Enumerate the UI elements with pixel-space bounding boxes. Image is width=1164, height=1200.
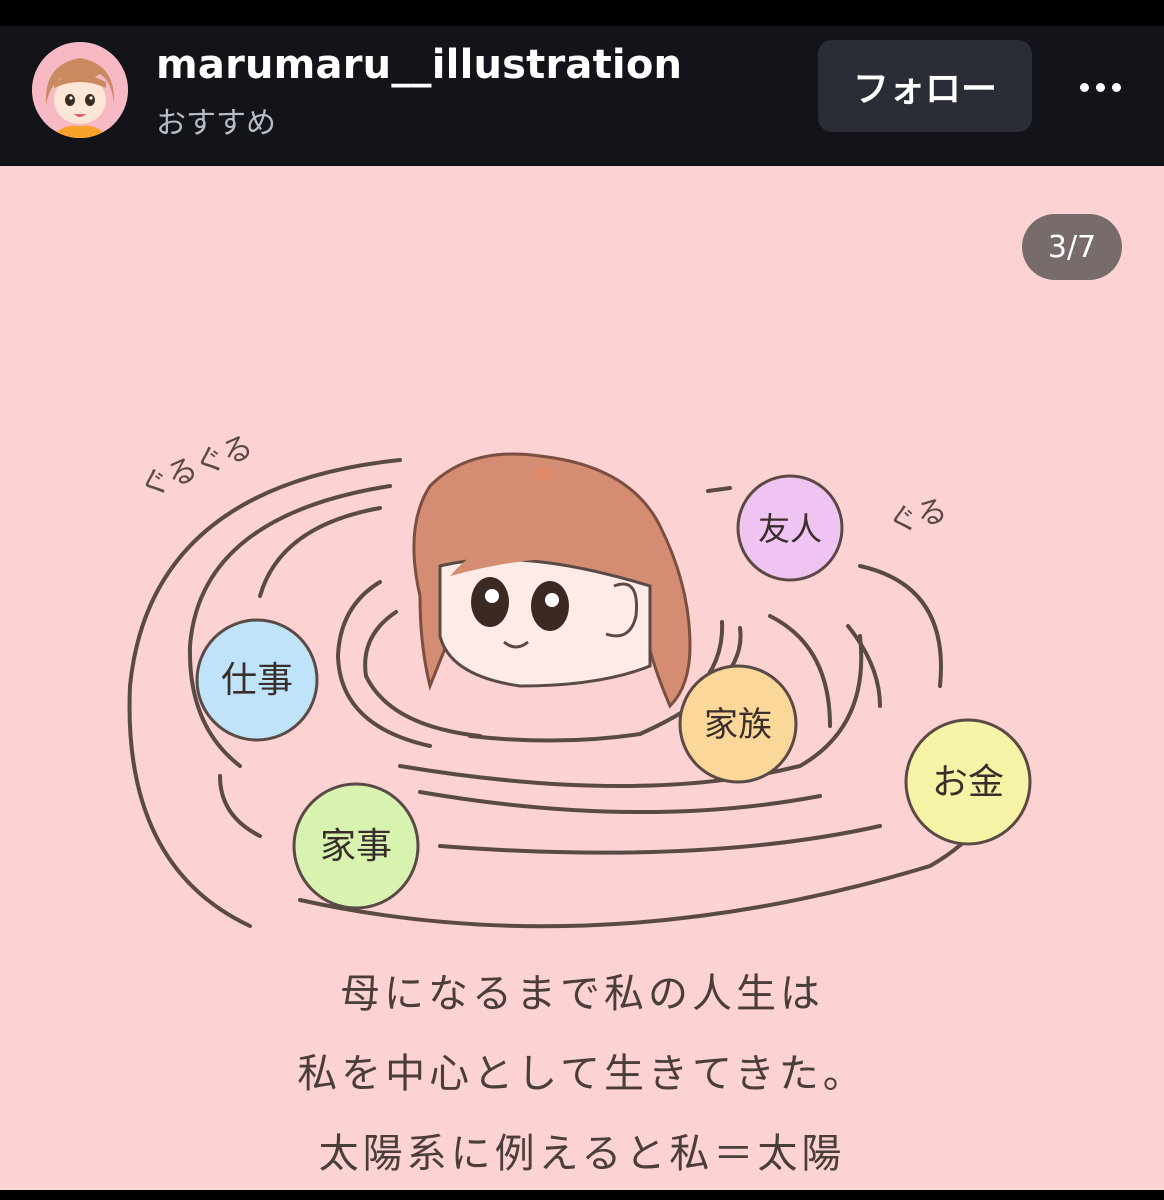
dot xyxy=(1095,82,1105,92)
caption-line: 私を中心として生きてきた。 xyxy=(297,1051,867,1097)
avatar[interactable] xyxy=(32,42,128,138)
planet-work-label: 仕事 xyxy=(221,660,293,701)
sfx-right: ぐる xyxy=(885,493,951,541)
sfx-left: ぐるぐる xyxy=(135,429,258,506)
more-options-icon[interactable] xyxy=(1070,62,1130,112)
planet-housework: 家事 xyxy=(292,782,420,910)
planet-family: 家族 xyxy=(678,664,798,784)
post-header: marumaru__illustration おすすめ フォロー xyxy=(0,26,1164,166)
avatar-illustration-icon xyxy=(32,42,128,138)
caption-line: 太陽系に例えると私＝太陽 xyxy=(318,1131,846,1177)
planet-friends-label: 友人 xyxy=(758,510,822,548)
sun-character xyxy=(412,452,692,709)
illustration: 友人 仕事 家族 家事 お金 ぐるぐる ぐる xyxy=(127,429,1032,929)
planet-housework-label: 家事 xyxy=(320,826,392,867)
dot xyxy=(1111,82,1121,92)
caption-line: 母になるまで私の人生は xyxy=(340,971,824,1017)
planet-money: お金 xyxy=(904,718,1032,846)
top-bar xyxy=(0,0,1164,26)
dot xyxy=(1079,82,1089,92)
caption: 母になるまで私の人生は 私を中心として生きてきた。 太陽系に例えると私＝太陽 xyxy=(0,954,1164,1190)
bottom-bar xyxy=(0,1190,1164,1200)
follow-button[interactable]: フォロー xyxy=(818,40,1032,132)
suggested-label: おすすめ xyxy=(156,106,276,141)
planet-friends: 友人 xyxy=(736,474,844,582)
post-image[interactable]: 3/7 友人 仕事 家族 家事 お金 ぐるぐる ぐる 母になるまで私の人生は 私… xyxy=(0,166,1164,1190)
planet-work: 仕事 xyxy=(195,618,319,742)
post-viewer: marumaru__illustration おすすめ フォロー 3/7 友人 … xyxy=(0,0,1164,1200)
planet-family-label: 家族 xyxy=(704,705,772,745)
planet-money-label: お金 xyxy=(932,762,1004,803)
username[interactable]: marumaru__illustration xyxy=(156,42,682,88)
